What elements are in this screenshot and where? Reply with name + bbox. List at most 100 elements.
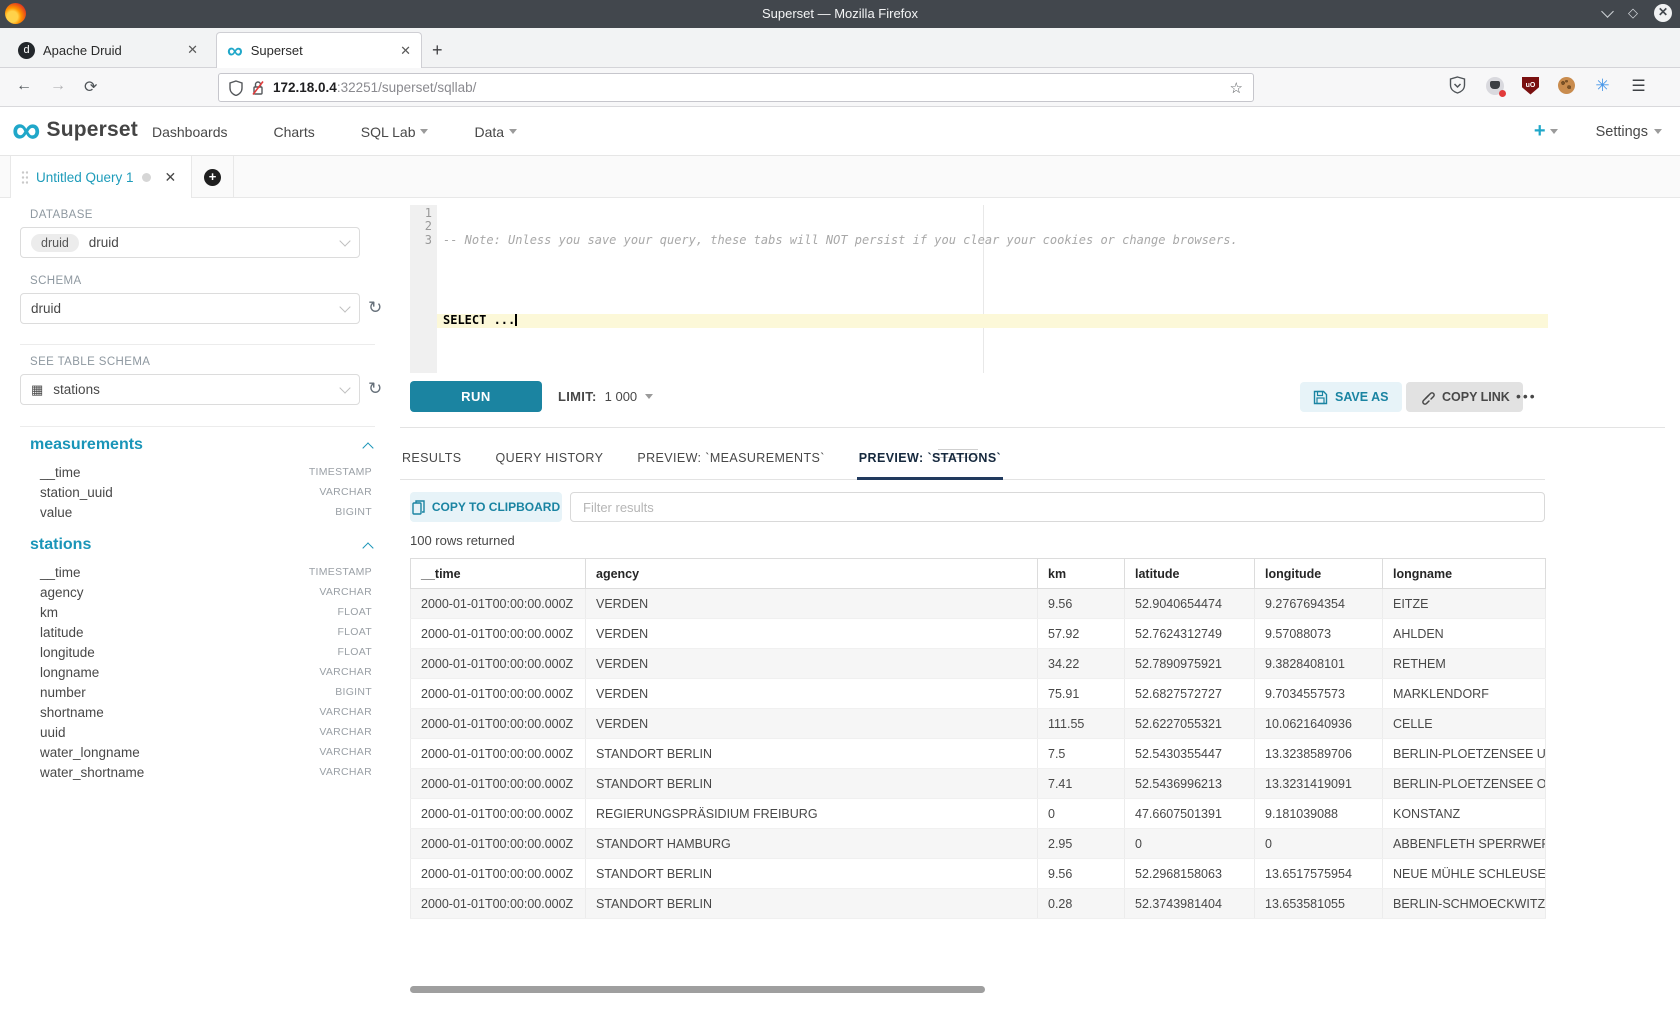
nav-item-data[interactable]: Data <box>474 124 517 140</box>
column-header[interactable]: agency <box>586 559 1038 589</box>
run-button[interactable]: RUN <box>410 381 542 412</box>
schema-column-row: water_longnameVARCHAR <box>0 742 400 762</box>
cookie-icon[interactable] <box>1557 76 1576 95</box>
column-header[interactable]: longname <box>1383 559 1546 589</box>
bookmark-star-icon[interactable]: ☆ <box>1230 79 1243 97</box>
new-object-button[interactable]: + <box>1534 120 1558 143</box>
results-tab-preview-measurements[interactable]: PREVIEW: `MEASUREMENTS` <box>635 436 826 479</box>
window-minimize-icon[interactable] <box>1601 5 1614 18</box>
insecure-lock-icon[interactable] <box>251 80 265 96</box>
cell: BERLIN-PLOETZENSEE OP <box>1383 769 1546 799</box>
window-close-button[interactable]: ✕ <box>1654 4 1672 22</box>
nav-item-sql-lab[interactable]: SQL Lab <box>361 124 429 140</box>
column-header[interactable]: latitude <box>1125 559 1255 589</box>
schema-column-row: uuidVARCHAR <box>0 722 400 742</box>
nav-item-dashboards[interactable]: Dashboards <box>152 124 228 140</box>
results-tab-query-history[interactable]: QUERY HISTORY <box>494 436 606 479</box>
cell: VERDEN <box>586 679 1038 709</box>
close-icon[interactable]: ✕ <box>165 169 177 186</box>
cell: VERDEN <box>586 589 1038 619</box>
column-type: VARCHAR <box>319 666 372 678</box>
window-maximize-icon[interactable]: ◇ <box>1628 5 1638 21</box>
back-button[interactable]: ← <box>16 77 32 95</box>
database-select[interactable]: druid druid <box>20 227 360 258</box>
pocket-shield-icon[interactable] <box>1449 76 1468 95</box>
window-titlebar: Superset — Mozilla Firefox ◇ ✕ <box>0 0 1680 28</box>
more-options-button[interactable]: ••• <box>1516 388 1537 404</box>
cell: MARKLENDORF <box>1383 679 1546 709</box>
limit-control[interactable]: LIMIT: 1 000 <box>558 389 653 404</box>
column-header[interactable]: longitude <box>1255 559 1383 589</box>
cell: 2.95 <box>1038 829 1125 859</box>
cell: 2000-01-01T00:00:00.000Z <box>411 649 586 679</box>
schema-table-measurements[interactable]: measurements <box>0 436 400 454</box>
forward-button[interactable]: → <box>50 77 66 95</box>
new-tab-button[interactable]: + <box>432 40 443 61</box>
tab-close-icon[interactable]: ✕ <box>400 43 411 59</box>
browser-tab-apache-druid[interactable]: d Apache Druid ✕ <box>8 32 208 68</box>
cell: 0 <box>1255 829 1383 859</box>
results-tab-results[interactable]: RESULTS <box>400 436 464 479</box>
cell: STANDORT HAMBURG <box>586 829 1038 859</box>
chevron-down-icon <box>1550 129 1558 134</box>
nav-item-charts[interactable]: Charts <box>274 124 315 140</box>
column-name: water_longname <box>40 745 140 760</box>
add-query-tab-button[interactable]: + <box>192 156 234 198</box>
hamburger-menu-icon[interactable]: ☰ <box>1629 76 1648 95</box>
column-type: BIGINT <box>335 686 372 698</box>
table-row: 2000-01-01T00:00:00.000ZSTANDORT BERLIN7… <box>411 769 1546 799</box>
reload-button[interactable]: ⟳ <box>84 77 97 97</box>
schema-select[interactable]: druid <box>20 293 360 324</box>
extension-asterisk-icon[interactable]: ✳ <box>1593 76 1612 95</box>
cell: 9.2767694354 <box>1255 589 1383 619</box>
chevron-down-icon <box>339 382 350 393</box>
chevron-up-icon[interactable] <box>362 442 373 453</box>
copy-to-clipboard-button[interactable]: COPY TO CLIPBOARD <box>410 492 562 522</box>
browser-tab-superset[interactable]: ∞ Superset ✕ <box>216 32 422 68</box>
query-tab-untitled-query-1[interactable]: Untitled Query 1 ✕ <box>10 156 192 198</box>
column-type: VARCHAR <box>319 486 372 498</box>
sqllab-sidebar: DATABASE druid druid SCHEMA druid ↻ SEE … <box>0 198 400 1012</box>
schema-column-row: agencyVARCHAR <box>0 582 400 602</box>
save-as-button[interactable]: SAVE AS <box>1300 382 1402 412</box>
column-name: water_shortname <box>40 765 144 780</box>
code-active-line: SELECT ... <box>437 314 1548 327</box>
horizontal-scrollbar[interactable] <box>410 986 985 993</box>
column-type: BIGINT <box>335 506 372 518</box>
refresh-schema-icon[interactable]: ↻ <box>368 298 382 318</box>
editor-code[interactable]: -- Note: Unless you save your query, the… <box>437 205 1548 373</box>
ublock-icon[interactable]: uO <box>1521 76 1540 95</box>
superset-favicon-icon: ∞ <box>227 44 243 58</box>
column-type: TIMESTAMP <box>309 566 372 578</box>
copy-link-button[interactable]: COPY LINK <box>1406 382 1523 412</box>
column-header[interactable]: km <box>1038 559 1125 589</box>
cell: 2000-01-01T00:00:00.000Z <box>411 589 586 619</box>
chevron-up-icon[interactable] <box>362 542 373 553</box>
refresh-table-icon[interactable]: ↻ <box>368 379 382 399</box>
table-row: 2000-01-01T00:00:00.000ZVERDEN34.2252.78… <box>411 649 1546 679</box>
table-select[interactable]: ▦ stations <box>20 374 360 405</box>
cell: STANDORT BERLIN <box>586 859 1038 889</box>
text-cursor <box>515 314 517 326</box>
schema-table-title: measurements <box>30 436 143 454</box>
cell: 9.56 <box>1038 859 1125 889</box>
filter-results-input[interactable] <box>570 492 1545 522</box>
schema-column-row: shortnameVARCHAR <box>0 702 400 722</box>
cell: 13.6517575954 <box>1255 859 1383 889</box>
superset-logo[interactable]: ∞ Superset <box>12 113 138 147</box>
drag-handle-icon[interactable] <box>21 170 28 184</box>
column-header[interactable]: __time <box>411 559 586 589</box>
privacy-mask-icon[interactable] <box>1485 76 1504 95</box>
divider <box>20 344 375 345</box>
url-text[interactable]: 172.18.0.4:32251/superset/sqllab/ <box>273 80 476 95</box>
url-bar[interactable]: 172.18.0.4:32251/superset/sqllab/ ☆ <box>218 73 1254 102</box>
settings-menu[interactable]: Settings <box>1596 124 1662 140</box>
results-tab-preview-stations[interactable]: PREVIEW: `STATIONS` <box>857 436 1003 479</box>
schema-table-stations[interactable]: stations <box>0 536 400 554</box>
table-value: stations <box>53 382 100 397</box>
sql-editor[interactable]: 1 2 3 -- Note: Unless you save your quer… <box>410 205 1548 373</box>
tab-close-icon[interactable]: ✕ <box>187 42 198 58</box>
column-name: longname <box>40 665 99 680</box>
unsaved-state-dot <box>142 173 151 182</box>
tracking-shield-icon[interactable] <box>229 80 243 96</box>
